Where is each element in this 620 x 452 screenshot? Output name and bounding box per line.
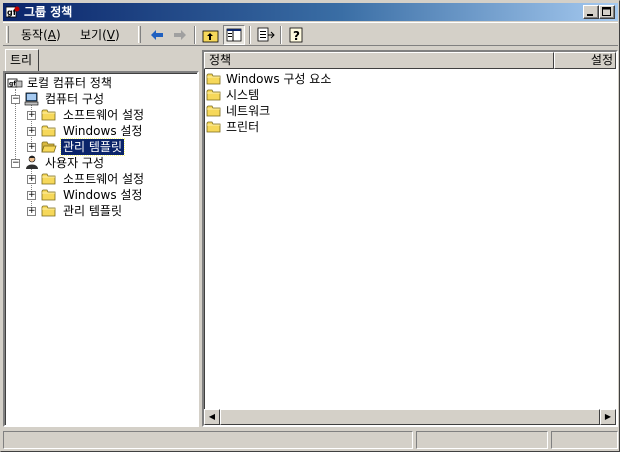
list-item[interactable]: 시스템 (206, 87, 506, 103)
folder-icon (41, 204, 57, 218)
expand-toggle[interactable]: + (27, 175, 36, 184)
list-item[interactable]: 네트워크 (206, 103, 506, 119)
maximize-button[interactable] (599, 5, 615, 19)
open-folder-icon (41, 140, 57, 154)
status-panel (416, 431, 548, 449)
folder-icon (41, 188, 57, 202)
up-one-level-button[interactable] (200, 25, 222, 45)
minimize-button[interactable] (583, 5, 599, 19)
tree-item-local-computer-policy[interactable]: gf 로컬 컴퓨터 정책 (7, 75, 187, 91)
show-hide-tree-button[interactable] (223, 25, 245, 45)
tree-item-user-software-settings[interactable]: + 소프트웨어 설정 (7, 171, 187, 187)
column-header-policy[interactable]: 정책 (204, 52, 554, 69)
folder-icon (206, 88, 222, 102)
forward-arrow-icon (174, 30, 186, 40)
folder-icon (206, 72, 222, 86)
help-button[interactable]: ? (286, 25, 308, 45)
right-triangle-icon: ▶ (604, 412, 612, 421)
toolbar-grip[interactable] (6, 26, 9, 43)
folder-icon (206, 104, 222, 118)
expand-toggle[interactable]: + (27, 143, 36, 152)
minimize-icon (587, 14, 593, 16)
tree-item-computer-software-settings[interactable]: + 소프트웨어 설정 (7, 107, 187, 123)
user-icon (26, 155, 38, 169)
toolbar-separator (280, 26, 282, 44)
details-list-pane[interactable]: 정책 설정 Windows 구성 요소 시스템 네트워크 프린터 ◀ ▶ (202, 50, 618, 427)
toolbar-grip[interactable] (138, 26, 141, 43)
svg-text:?: ? (293, 29, 300, 43)
help-icon: ? (289, 27, 303, 43)
policy-icon: gf (7, 78, 23, 88)
group-policy-window: gf 그룹 정책 동작(A) 보기(V) ? 트리 gf 로컬 컴퓨터 정책 −… (0, 0, 620, 452)
tab-tree[interactable]: 트리 (5, 49, 39, 71)
scrollbar-thumb[interactable] (220, 409, 600, 425)
list-item[interactable]: 프린터 (206, 119, 506, 135)
back-arrow-icon (151, 30, 163, 40)
title-bar[interactable]: gf 그룹 정책 (3, 3, 618, 21)
folder-icon (41, 108, 57, 122)
maximize-icon (602, 7, 611, 16)
export-list-button[interactable] (255, 25, 277, 45)
collapse-toggle[interactable]: − (11, 159, 20, 168)
tree-item-user-admin-templates[interactable]: + 관리 템플릿 (7, 203, 187, 219)
tree-item-user-config[interactable]: − 사용자 구성 (7, 155, 187, 171)
expand-toggle[interactable]: + (27, 127, 36, 136)
scroll-left-button[interactable]: ◀ (204, 409, 220, 425)
toolbar-separator (194, 26, 196, 44)
column-header-setting[interactable]: 설정 (554, 52, 616, 69)
svg-text:gf: gf (9, 81, 16, 88)
window-title: 그룹 정책 (24, 5, 73, 19)
horizontal-scrollbar[interactable]: ◀ ▶ (204, 409, 616, 425)
menu-toolbar: 동작(A) 보기(V) ? (3, 22, 618, 46)
status-panel (551, 431, 618, 449)
collapse-toggle[interactable]: − (11, 95, 20, 104)
tree-tab-strip: 트리 (3, 49, 199, 71)
toolbar-separator (249, 26, 251, 44)
expand-toggle[interactable]: + (27, 111, 36, 120)
left-triangle-icon: ◀ (208, 412, 216, 421)
tree-item-computer-windows-settings[interactable]: + Windows 설정 (7, 123, 187, 139)
folder-icon (41, 124, 57, 138)
scroll-right-button[interactable]: ▶ (600, 409, 616, 425)
list-item[interactable]: Windows 구성 요소 (206, 71, 506, 87)
tree-pane[interactable]: gf 로컬 컴퓨터 정책 − 컴퓨터 구성 + 소프트웨어 설정 + Windo… (3, 71, 199, 427)
tree-item-computer-admin-templates[interactable]: + 관리 템플릿 (7, 138, 187, 156)
tree-item-user-windows-settings[interactable]: + Windows 설정 (7, 187, 187, 203)
menu-view[interactable]: 보기(V) (76, 26, 124, 44)
up-folder-icon (202, 30, 219, 43)
back-button[interactable] (146, 25, 168, 45)
expand-toggle[interactable]: + (27, 191, 36, 200)
status-panel (3, 431, 413, 449)
group-policy-app-icon: gf (6, 6, 20, 18)
export-list-icon (257, 27, 275, 42)
expand-toggle[interactable]: + (27, 207, 36, 216)
show-hide-tree-icon (226, 28, 242, 42)
folder-icon (41, 172, 57, 186)
status-bar (3, 430, 618, 450)
tree-item-computer-config[interactable]: − 컴퓨터 구성 (7, 91, 187, 107)
folder-icon (206, 120, 222, 134)
forward-button[interactable] (169, 25, 191, 45)
menu-action[interactable]: 동작(A) (17, 26, 65, 44)
computer-icon (24, 92, 39, 106)
